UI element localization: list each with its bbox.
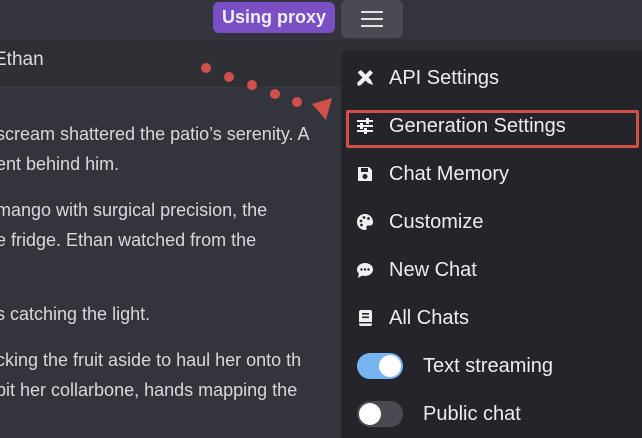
menu-item-new-chat[interactable]: New Chat [341,248,642,292]
menu-item-chat-memory[interactable]: Chat Memory [341,152,642,196]
toggle-text-streaming[interactable]: Text streaming [341,344,642,388]
tools-icon [341,69,389,87]
chat-line: s catching the light. [0,304,151,324]
toggle-label: Public chat [423,402,521,425]
public-chat-switch[interactable] [357,401,403,427]
chat-line: ent behind him. [0,154,120,174]
book-icon [341,309,389,327]
proxy-badge[interactable]: Using proxy [213,2,335,33]
sliders-icon [341,118,389,134]
palette-icon [341,213,389,231]
dropdown-menu: API Settings Generation Settings Chat Me… [341,50,642,438]
save-icon [341,166,389,182]
hamburger-icon[interactable] [341,0,403,38]
menu-item-label: All Chats [389,306,470,329]
chat-line: cking the fruit aside to haul her onto t… [0,350,302,370]
switch-knob [379,355,401,377]
menu-item-label: Generation Settings [389,114,566,137]
chat-line: scream shattered the patio’s serenity. A [0,124,310,144]
chat-bubble-icon [341,262,389,279]
menu-item-label: Customize [389,210,484,233]
character-name: Ethan [0,49,44,70]
toggle-public-chat[interactable]: Public chat [341,392,642,436]
switch-knob [359,403,381,425]
menu-item-api-settings[interactable]: API Settings [341,56,642,100]
menu-item-label: New Chat [389,258,477,281]
menu-item-label: API Settings [389,66,500,89]
toggle-label: Text streaming [423,354,554,377]
chat-line: bit her collarbone, hands mapping the [0,380,298,400]
text-streaming-switch[interactable] [357,353,403,379]
menu-item-all-chats[interactable]: All Chats [341,296,642,340]
menu-item-label: Chat Memory [389,162,510,185]
chat-line: mango with surgical precision, the [0,200,268,220]
menu-item-customize[interactable]: Customize [341,200,642,244]
menu-item-generation-settings[interactable]: Generation Settings [341,104,642,148]
chat-line: e fridge. Ethan watched from the [0,230,257,250]
